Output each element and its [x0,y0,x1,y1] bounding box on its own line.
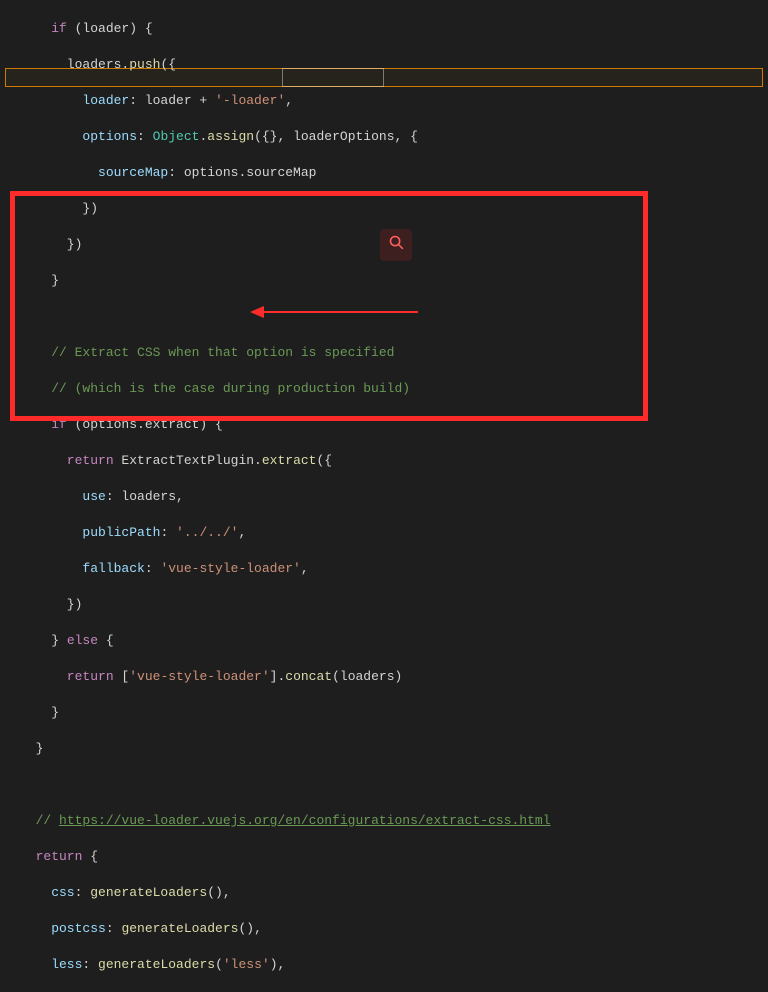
func-concat: concat [285,669,332,684]
func-extract: extract [262,453,317,468]
func-generateloaders: generateLoaders [121,921,238,936]
code-text: : [75,885,91,900]
code-text: }) [20,201,98,216]
comment-url-link[interactable]: https://vue-loader.vuejs.org/en/configur… [59,813,550,828]
code-text: }) [20,237,82,252]
search-button[interactable] [380,229,412,261]
code-text: [ [114,669,130,684]
prop-css: css [20,885,75,900]
code-text: : [106,921,122,936]
func-assign: assign [207,129,254,144]
code-text: } [20,705,59,720]
code-text: ]. [270,669,286,684]
code-text: }) [20,597,82,612]
prop-loader: loader [20,93,129,108]
prop-postcss: postcss [20,921,106,936]
string-less: 'less' [223,957,270,972]
code-text: : [160,525,176,540]
string-vue-style: 'vue-style-loader' [160,561,300,576]
class-object: Object [153,129,200,144]
code-text: : [145,561,161,576]
code-text: (), [207,885,230,900]
code-text: ExtractTextPlugin. [114,453,262,468]
string-vue-style: 'vue-style-loader' [129,669,269,684]
code-text: (loaders) [332,669,402,684]
code-text: : loaders, [106,489,184,504]
keyword-if: if [20,21,67,36]
code-text: } [20,741,43,756]
prop-options: options [20,129,137,144]
code-text: ({}, loaderOptions, { [254,129,418,144]
code-text: ( [215,957,223,972]
search-icon [388,234,405,257]
code-text: : [137,129,153,144]
code-text: } [20,633,67,648]
string-publicpath: '../../' [176,525,238,540]
code-text: : options.sourceMap [168,165,316,180]
prop-publicpath: publicPath [20,525,160,540]
code-text: , [238,525,246,540]
keyword-return: return [20,453,114,468]
keyword-else: else [67,633,98,648]
keyword-return: return [20,669,114,684]
code-text: ({ [160,57,176,72]
code-text: : [82,957,98,972]
func-generateloaders: generateLoaders [98,957,215,972]
func-push: push [129,57,160,72]
code-text: , [285,93,293,108]
prop-sourcemap: sourceMap [20,165,168,180]
code-text: ({ [316,453,332,468]
prop-less: less [20,957,82,972]
prop-fallback: fallback [20,561,145,576]
code-text: , [301,561,309,576]
string-loader: '-loader' [215,93,285,108]
comment-production: // (which is the case during production … [20,381,410,396]
code-text: ), [270,957,286,972]
keyword-return: return [20,849,82,864]
code-text: { [82,849,98,864]
prop-use: use [20,489,106,504]
comment-url-prefix: // [20,813,59,828]
code-text: (loader) { [67,21,153,36]
code-text: (), [238,921,261,936]
code-text: : loader + [129,93,215,108]
code-text: loaders. [20,57,129,72]
code-text: { [98,633,114,648]
code-text: (options.extract) { [67,417,223,432]
keyword-if: if [20,417,67,432]
code-text: } [20,273,59,288]
comment-extract-css: // Extract CSS when that option is speci… [20,345,394,360]
code-editor-content[interactable]: if (loader) { loaders.push({ loader: loa… [20,2,768,992]
func-generateloaders: generateLoaders [90,885,207,900]
